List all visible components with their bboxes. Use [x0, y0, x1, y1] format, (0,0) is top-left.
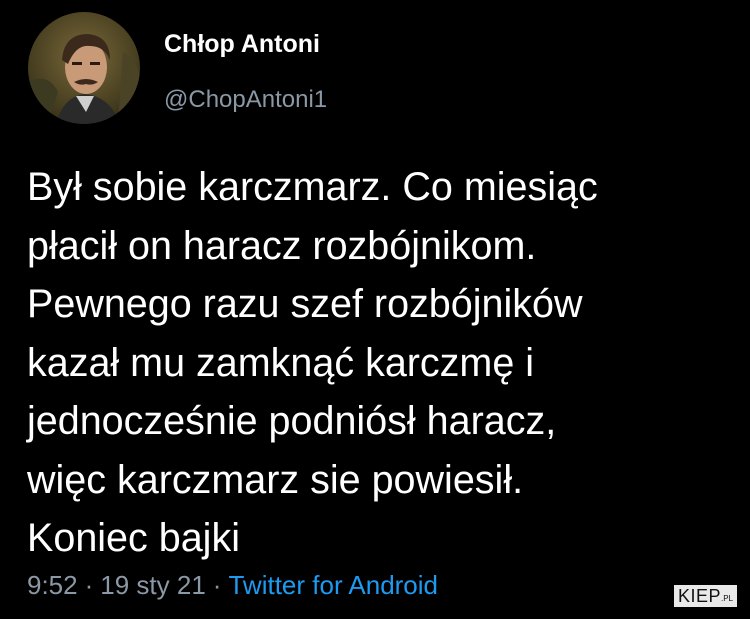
author-handle[interactable]: @ChopAntoni1: [164, 86, 327, 114]
author-avatar[interactable]: [28, 12, 140, 124]
author-display-name[interactable]: Chłop Antoni: [164, 30, 320, 59]
tweet-text-line: kazał mu zamknąć karczmę i: [27, 340, 535, 385]
tweet-time[interactable]: 9:52: [27, 570, 78, 600]
avatar-photo-icon: [28, 12, 140, 124]
site-watermark: KIEP.PL: [673, 585, 737, 607]
tweet-text-line: Pewnego razu szef rozbójników: [27, 282, 583, 326]
tweet-text: Był sobie karczmarz. Co miesiąc płacił o…: [27, 158, 737, 568]
meta-separator: ·: [84, 570, 94, 600]
tweet-metadata: 9:52 · 19 sty 21 · Twitter for Android: [27, 570, 438, 601]
watermark-suffix: .PL: [720, 594, 733, 603]
tweet-text-line: płacił on haracz rozbójnikom.: [27, 223, 537, 268]
tweet-text-line: Był sobie karczmarz. Co miesiąc: [27, 165, 598, 209]
tweet-source-link[interactable]: Twitter for Android: [228, 570, 438, 600]
watermark-brand: KIEP: [677, 586, 721, 606]
tweet-text-line: jednocześnie podniósł haracz,: [27, 399, 557, 443]
tweet-date[interactable]: 19 sty 21: [100, 570, 206, 600]
tweet-text-line: Koniec bajki: [27, 516, 240, 560]
meta-separator: ·: [212, 570, 222, 600]
tweet-text-line: więc karczmarz sie powiesił.: [27, 457, 524, 502]
tweet-card: Chłop Antoni @ChopAntoni1 Był sobie karc…: [0, 0, 750, 619]
